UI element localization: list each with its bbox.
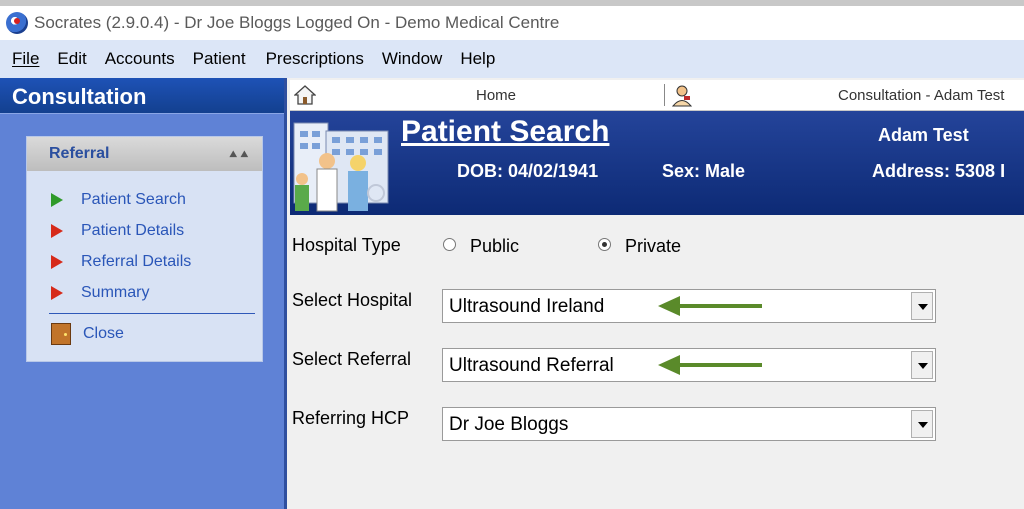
patient-sex: Sex: Male	[662, 161, 746, 181]
referral-panel: Referral ⯅⯅ Patient Search Patient Detai…	[26, 136, 263, 362]
sidebar-item-label: Patient Details	[81, 222, 185, 239]
page-title: Patient Search	[401, 115, 610, 148]
patient-banner: Patient Search Adam Test DOB: 04/02/1941…	[290, 111, 1024, 215]
private-radio[interactable]	[598, 238, 611, 251]
hospital-staff-icon	[293, 122, 389, 212]
sidebar-header: Consultation	[0, 78, 284, 114]
public-radio[interactable]	[443, 238, 456, 251]
menu-window[interactable]: Window	[382, 49, 442, 69]
chevron-down-icon[interactable]	[911, 292, 933, 320]
play-arrow-icon	[51, 224, 63, 238]
hospital-type-label: Hospital Type	[292, 235, 401, 255]
sidebar-item-close[interactable]: Close	[51, 323, 124, 345]
private-radio-label[interactable]: Private	[625, 236, 681, 257]
patient-dob: DOB: 04/02/1941	[457, 161, 599, 181]
sidebar-item-label: Summary	[81, 284, 150, 301]
window-title: Socrates (2.9.0.4) - Dr Joe Bloggs Logge…	[34, 13, 560, 32]
doctor-consultation-icon[interactable]	[670, 83, 694, 107]
sidebar-item-patient-details[interactable]: Patient Details	[51, 222, 184, 240]
menu-patient[interactable]: Patient	[193, 49, 246, 69]
door-exit-icon	[51, 323, 71, 345]
home-icon[interactable]	[294, 84, 316, 106]
sidebar-item-label: Close	[83, 325, 124, 342]
play-arrow-icon	[51, 286, 63, 300]
referring-hcp-label: Referring HCP	[292, 408, 410, 428]
sidebar-item-label: Patient Search	[81, 191, 186, 208]
title-bar: Socrates (2.9.0.4) - Dr Joe Bloggs Logge…	[0, 0, 1024, 40]
sidebar-item-referral-details[interactable]: Referral Details	[51, 253, 191, 271]
menu-edit[interactable]: Edit	[57, 49, 86, 69]
home-tab-label[interactable]: Home	[476, 87, 516, 104]
menu-accounts[interactable]: Accounts	[105, 49, 175, 69]
chevron-down-icon[interactable]	[911, 351, 933, 379]
referral-panel-header[interactable]: Referral ⯅⯅	[27, 137, 262, 171]
play-arrow-icon	[51, 255, 63, 269]
menu-file[interactable]: File	[12, 49, 39, 69]
patient-address: Address: 5308 I	[872, 161, 1006, 181]
sidebar-item-summary[interactable]: Summary	[51, 284, 149, 302]
toolbar-divider	[664, 84, 665, 106]
sidebar: Consultation Referral ⯅⯅ Patient Search …	[0, 78, 287, 509]
annotation-arrow-icon	[658, 355, 762, 375]
chevron-down-icon[interactable]	[911, 410, 933, 438]
menu-prescriptions[interactable]: Prescriptions	[266, 49, 364, 69]
referring-hcp-dropdown[interactable]: Dr Joe Bloggs	[442, 407, 936, 441]
sidebar-divider	[49, 313, 255, 314]
menu-bar: File Edit Accounts Patient Prescriptions…	[0, 40, 1024, 78]
annotation-arrow-icon	[658, 296, 762, 316]
sidebar-item-patient-search[interactable]: Patient Search	[51, 191, 186, 209]
toolbar: Home Consultation - Adam Test	[290, 80, 1024, 111]
select-hospital-label: Select Hospital	[292, 290, 413, 310]
menu-help[interactable]: Help	[460, 49, 495, 69]
referral-panel-title: Referral	[49, 145, 110, 162]
consultation-tab-label[interactable]: Consultation - Adam Test	[838, 87, 1004, 104]
referring-hcp-value: Dr Joe Bloggs	[449, 414, 569, 435]
sidebar-item-label: Referral Details	[81, 253, 192, 270]
select-referral-label: Select Referral	[292, 349, 412, 369]
public-radio-label[interactable]: Public	[470, 236, 519, 257]
play-arrow-icon	[51, 193, 63, 207]
app-logo-icon	[6, 12, 28, 34]
collapse-chevron-icon[interactable]: ⯅⯅	[228, 146, 250, 163]
select-referral-value: Ultrasound Referral	[449, 355, 614, 376]
select-hospital-value: Ultrasound Ireland	[449, 296, 605, 317]
patient-name: Adam Test	[878, 125, 969, 145]
